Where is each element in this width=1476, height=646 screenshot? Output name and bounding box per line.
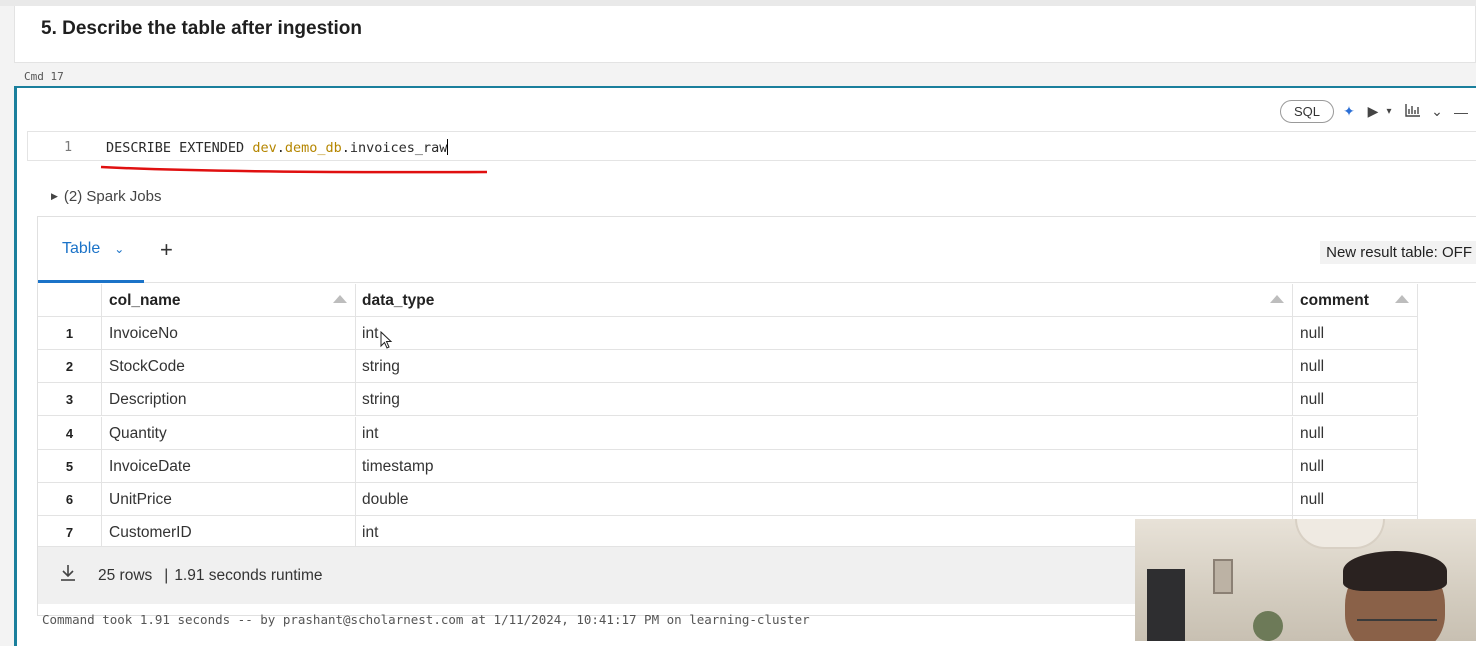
code-dot: .: [276, 140, 285, 156]
table-cell[interactable]: Quantity: [102, 417, 356, 450]
sort-icon[interactable]: [1395, 295, 1409, 303]
column-header[interactable]: data_type: [356, 284, 1293, 317]
row-index: 1: [38, 317, 102, 350]
table-row: 4 Quantity int null: [38, 417, 1418, 450]
row-index-header: [38, 284, 102, 317]
chevron-down-icon[interactable]: ⌄: [114, 242, 124, 256]
markdown-heading: 5. Describe the table after ingestion: [41, 18, 362, 39]
row-index: 5: [38, 450, 102, 483]
language-selector[interactable]: SQL: [1279, 100, 1334, 123]
spark-jobs-toggle[interactable]: ▶ (2) Spark Jobs: [51, 188, 161, 205]
mouse-cursor-icon: [380, 330, 393, 349]
code-table: .invoices_raw: [341, 140, 448, 156]
row-index: 4: [38, 417, 102, 450]
code-editor[interactable]: 1 DESCRIBE EXTENDED dev.demo_db.invoices…: [27, 131, 1476, 161]
table-cell[interactable]: InvoiceNo: [102, 317, 356, 350]
sparkle-icon[interactable]: ✦: [1340, 103, 1358, 120]
row-index: 6: [38, 483, 102, 516]
table-cell[interactable]: null: [1293, 350, 1418, 383]
table-cell[interactable]: null: [1293, 450, 1418, 483]
table-cell[interactable]: UnitPrice: [102, 483, 356, 516]
row-count: 25 rows: [98, 566, 153, 584]
table-cell[interactable]: InvoiceDate: [102, 450, 356, 483]
webcam-background-door: [1147, 569, 1185, 641]
run-menu-icon[interactable]: ▾: [1380, 106, 1398, 117]
table-row: 1 InvoiceNo int null: [38, 317, 1418, 350]
table-row: 3 Description string null: [38, 383, 1418, 416]
expand-icon: ▶: [51, 191, 58, 201]
table-cell[interactable]: null: [1293, 417, 1418, 450]
tab-table[interactable]: Table ⌄: [38, 217, 144, 283]
webcam-presenter-glasses: [1357, 619, 1437, 627]
tab-table-label: Table: [62, 239, 101, 257]
line-number: 1: [64, 139, 73, 155]
row-index: 2: [38, 350, 102, 383]
chevron-down-icon[interactable]: ⌄: [1428, 103, 1446, 120]
minimize-icon[interactable]: —: [1452, 104, 1470, 120]
table-row: 6 UnitPrice double null: [38, 483, 1418, 516]
table-cell[interactable]: StockCode: [102, 350, 356, 383]
webcam-overlay: [1135, 519, 1476, 641]
result-tabs: Table ⌄ + New result table: OFF: [38, 217, 1476, 283]
table-cell[interactable]: null: [1293, 483, 1418, 516]
table-cell[interactable]: string: [356, 350, 1293, 383]
markdown-cell[interactable]: 5. Describe the table after ingestion: [14, 6, 1476, 63]
download-icon[interactable]: [60, 564, 76, 587]
table-cell[interactable]: string: [356, 383, 1293, 416]
cell-value: int: [362, 324, 379, 342]
chart-icon[interactable]: [1404, 103, 1422, 120]
command-took-status: Command took 1.91 seconds -- by prashant…: [42, 612, 810, 627]
webcam-background-lamp: [1295, 519, 1385, 549]
column-header[interactable]: comment: [1293, 284, 1418, 317]
row-index: 3: [38, 383, 102, 416]
red-annotation-underline: [100, 165, 488, 174]
table-header-row: col_name data_type comment: [38, 284, 1418, 317]
table-row: 2 StockCode string null: [38, 350, 1418, 383]
column-header-label: data_type: [362, 291, 435, 309]
table-row: 5 InvoiceDate timestamp null: [38, 450, 1418, 483]
row-index: 7: [38, 516, 102, 549]
column-header-label: col_name: [109, 291, 181, 309]
column-header-label: comment: [1300, 291, 1369, 309]
table-cell[interactable]: int: [356, 317, 1293, 350]
table-cell[interactable]: double: [356, 483, 1293, 516]
code-keyword: DESCRIBE EXTENDED: [106, 140, 253, 156]
runtime-label: 1.91 seconds runtime: [174, 566, 323, 584]
cell-toolbar: SQL ✦ ▶ ▾ ⌄ —: [1279, 100, 1470, 123]
new-result-table-toggle[interactable]: New result table: OFF: [1320, 241, 1476, 264]
footer-separator: |: [164, 566, 169, 584]
text-cursor: [447, 139, 449, 155]
code-line[interactable]: DESCRIBE EXTENDED dev.demo_db.invoices_r…: [106, 139, 449, 156]
cmd-label: Cmd 17: [24, 70, 64, 83]
table-cell[interactable]: Description: [102, 383, 356, 416]
table-cell[interactable]: null: [1293, 383, 1418, 416]
code-schema: demo_db: [284, 140, 342, 156]
column-header[interactable]: col_name: [102, 284, 356, 317]
webcam-background-plant: [1253, 611, 1283, 641]
table-cell[interactable]: timestamp: [356, 450, 1293, 483]
table-cell[interactable]: CustomerID: [102, 516, 356, 549]
code-catalog: dev: [252, 140, 277, 156]
sort-icon[interactable]: [1270, 295, 1284, 303]
webcam-presenter-hair: [1343, 551, 1447, 591]
table-cell[interactable]: null: [1293, 317, 1418, 350]
add-visualization-icon[interactable]: +: [160, 237, 173, 263]
webcam-background-frame: [1213, 559, 1233, 594]
spark-jobs-label: (2) Spark Jobs: [63, 188, 162, 205]
table-cell[interactable]: int: [356, 417, 1293, 450]
sort-icon[interactable]: [333, 295, 347, 303]
